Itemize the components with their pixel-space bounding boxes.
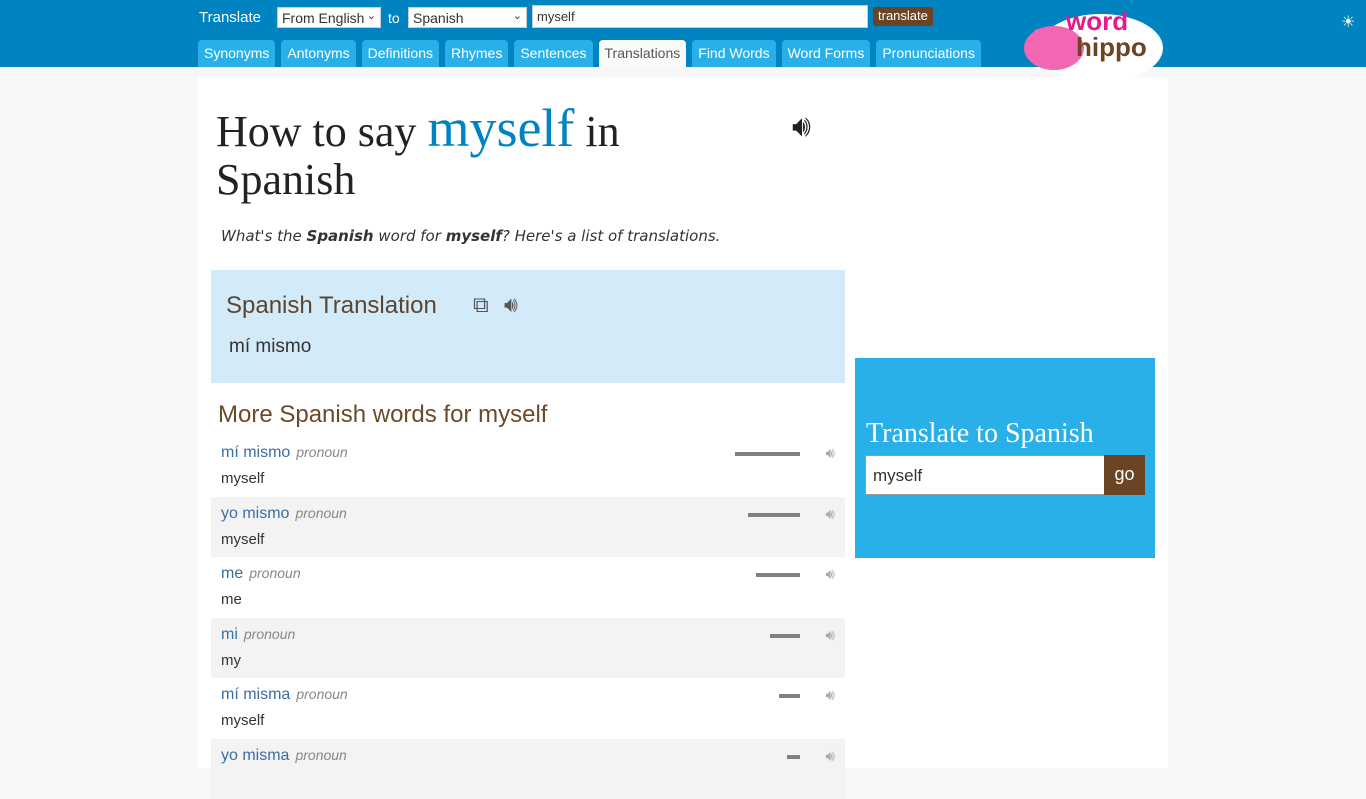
frequency-bar	[756, 573, 800, 577]
word-link[interactable]: yo misma pronoun	[221, 747, 347, 765]
part-of-speech: pronoun	[296, 686, 348, 702]
translate-label: Translate	[199, 9, 261, 26]
list-item: yo misma pronoun 🔊︎	[211, 738, 845, 799]
tab-rhymes[interactable]: Rhymes	[444, 40, 509, 67]
frequency-bar	[778, 694, 800, 698]
tab-pronunciations[interactable]: Pronunciations	[876, 40, 981, 67]
translation-value: mí mismo	[229, 336, 312, 357]
word-link[interactable]: mi pronoun	[221, 626, 295, 644]
tab-antonyms[interactable]: Antonyms	[281, 40, 356, 67]
search-input[interactable]: myself	[532, 5, 868, 28]
tab-find-words[interactable]: Find Words	[692, 40, 776, 67]
speaker-icon[interactable]: 🔊︎	[826, 506, 835, 523]
tab-definitions[interactable]: Definitions	[361, 40, 439, 67]
meaning: me	[221, 591, 242, 608]
wordhippo-logo[interactable]: word hippo	[1016, 4, 1166, 82]
frequency-bar	[748, 512, 800, 517]
page-title: How to say myself in Spanish	[216, 98, 620, 204]
word-link[interactable]: mí mismo pronoun	[221, 444, 348, 462]
word-link[interactable]: mí misma pronoun	[221, 686, 348, 704]
to-label: to	[388, 10, 400, 26]
translation-heading: Spanish Translation	[226, 292, 437, 319]
part-of-speech: pronoun	[295, 746, 347, 763]
speaker-icon[interactable]: 🔊︎	[826, 687, 835, 704]
go-button[interactable]: go	[1104, 455, 1145, 495]
part-of-speech: pronoun	[296, 444, 348, 460]
word-link[interactable]: me pronoun	[221, 565, 301, 583]
chevron-down-icon: ⌄	[366, 10, 376, 22]
translate-button[interactable]: translate	[873, 7, 933, 26]
tab-synonyms[interactable]: Synonyms	[198, 40, 276, 67]
widget-input[interactable]: myself	[865, 455, 1105, 495]
tab-sentences[interactable]: Sentences	[514, 40, 593, 67]
chevron-down-icon: ⌄	[512, 10, 522, 22]
list-item: me pronoun me 🔊︎	[211, 557, 845, 617]
part-of-speech: pronoun	[295, 504, 347, 521]
to-value: Spanish	[413, 10, 464, 26]
header: Translate From English ⌄ to Spanish ⌄ myse…	[0, 0, 1366, 82]
meaning: myself	[221, 712, 265, 729]
meaning: my	[221, 651, 241, 669]
speaker-icon[interactable]: 🔊︎	[504, 292, 518, 318]
part-of-speech: pronoun	[249, 565, 301, 581]
frequency-bar	[735, 452, 800, 456]
speaker-icon[interactable]: 🔊︎	[826, 748, 835, 765]
list-item: yo mismo pronoun myself 🔊︎	[211, 496, 845, 557]
word-link[interactable]: yo mismo pronoun	[221, 505, 347, 523]
from-language-select[interactable]: From English ⌄	[277, 7, 381, 28]
part-of-speech: pronoun	[243, 625, 296, 642]
translate-widget: Translate to Spanish myself go	[855, 358, 1155, 558]
speaker-icon[interactable]: 🔊︎	[826, 627, 835, 644]
speaker-icon[interactable]: 🔊︎	[826, 445, 835, 462]
meaning: myself	[221, 530, 265, 548]
speaker-icon[interactable]: 🔊︎	[826, 566, 835, 583]
copy-icon[interactable]: ⧉	[473, 292, 489, 318]
svg-text:hippo: hippo	[1076, 32, 1147, 62]
more-words-heading: More Spanish words for myself	[218, 401, 548, 428]
tab-word-forms[interactable]: Word Forms	[781, 40, 871, 67]
list-item: mí mismo pronoun myself 🔊︎	[211, 436, 845, 496]
nav-tabs: Synonyms Antonyms Definitions Rhymes Sentenc…	[198, 40, 981, 67]
subtitle: What's the Spanish word for myself? Here…	[221, 227, 721, 245]
tab-translations[interactable]: Translations	[598, 40, 687, 67]
to-language-select[interactable]: Spanish ⌄	[408, 7, 527, 28]
from-value: From English	[282, 10, 365, 26]
frequency-bar	[787, 754, 800, 759]
translation-box: Spanish Translation ⧉ 🔊︎ mí mismo	[211, 270, 845, 383]
widget-heading: Translate to Spanish	[866, 418, 1094, 449]
list-item: mi pronoun my 🔊︎	[211, 617, 845, 678]
frequency-bar	[770, 633, 800, 638]
theme-toggle-icon[interactable]: ☀	[1341, 12, 1355, 32]
list-item: mí misma pronoun myself 🔊︎	[211, 678, 845, 738]
speaker-icon[interactable]: 🔊︎	[792, 110, 811, 144]
meaning: myself	[221, 470, 265, 487]
